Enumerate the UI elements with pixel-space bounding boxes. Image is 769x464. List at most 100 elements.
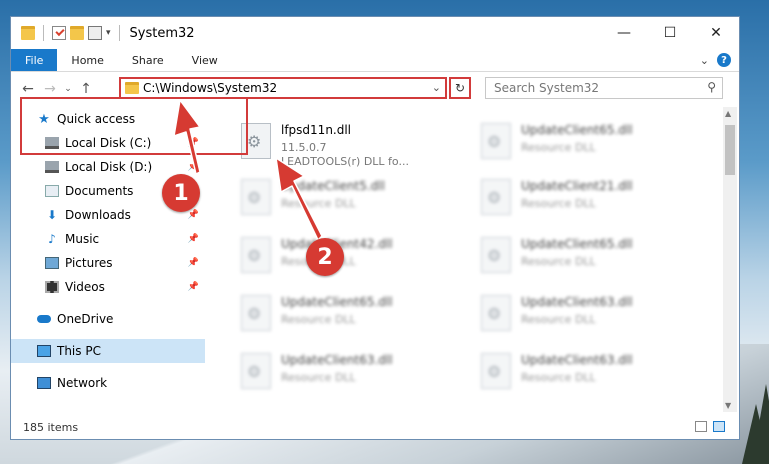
pin-icon[interactable]: 📌 <box>188 210 199 220</box>
sidebar-item-videos[interactable]: Videos 📌 <box>11 275 205 299</box>
step-marker-1: 1 <box>162 174 200 212</box>
this-pc-icon <box>37 345 51 357</box>
scroll-down-icon[interactable]: ▼ <box>725 401 731 410</box>
file-name: UpdateClient63.dll <box>281 353 393 367</box>
file-item[interactable]: UpdateClient65.dll Resource DLL <box>473 229 709 283</box>
sidebar-item-this-pc[interactable]: This PC <box>11 339 205 363</box>
dll-file-icon <box>481 353 511 389</box>
sidebar-item-label: OneDrive <box>57 312 114 326</box>
sidebar-item-label: Documents <box>65 184 134 198</box>
chevron-down-icon[interactable]: ⌄ <box>432 81 441 94</box>
address-bar[interactable]: C:\Windows\System32 ⌄ <box>119 77 447 99</box>
tab-file[interactable]: File <box>11 49 58 71</box>
file-item[interactable]: UpdateClient21.dll Resource DLL <box>473 171 709 225</box>
dll-file-icon <box>241 179 271 215</box>
chevron-down-icon[interactable]: ▾ <box>106 28 111 38</box>
details-view-icon[interactable] <box>695 421 707 432</box>
videos-icon <box>45 281 59 293</box>
file-version: 11.5.0.7 <box>281 141 327 154</box>
customize-toolbar-icon[interactable] <box>88 26 102 40</box>
file-item[interactable]: UpdateClient63.dll Resource DLL <box>473 345 709 399</box>
folder-icon[interactable] <box>21 26 35 40</box>
file-name: lfpsd11n.dll <box>281 123 352 137</box>
tiles-view-icon[interactable] <box>713 421 725 432</box>
file-list: lfpsd11n.dll 11.5.0.7 LEADTOOLS(r) DLL f… <box>217 107 721 412</box>
quick-access-toolbar: ▾ <box>11 25 124 41</box>
divider <box>43 25 44 41</box>
search-icon: ⚲ <box>707 80 716 94</box>
file-name: UpdateClient5.dll <box>281 179 385 193</box>
file-item-lfpsd11n[interactable]: lfpsd11n.dll 11.5.0.7 LEADTOOLS(r) DLL f… <box>233 115 469 169</box>
music-icon: ♪ <box>48 232 56 246</box>
dll-file-icon <box>481 179 511 215</box>
file-item[interactable]: UpdateClient63.dll Resource DLL <box>473 287 709 341</box>
pin-icon[interactable]: 📌 <box>188 162 199 172</box>
file-item[interactable]: UpdateClient65.dll Resource DLL <box>233 287 469 341</box>
dll-file-icon <box>241 353 271 389</box>
file-item[interactable]: UpdateClient42.dll Resource DLL <box>233 229 469 283</box>
explorer-window: ▾ System32 — ☐ ✕ File Home Share View ⌄ … <box>10 16 740 440</box>
minimize-button[interactable]: — <box>601 17 647 49</box>
file-item[interactable]: UpdateClient5.dll Resource DLL <box>233 171 469 225</box>
file-type: Resource DLL <box>521 371 596 384</box>
ribbon-tabs: File Home Share View ⌄ ? <box>11 49 739 72</box>
sidebar-item-pictures[interactable]: Pictures 📌 <box>11 251 205 275</box>
sidebar-item-label: Music <box>65 232 100 246</box>
refresh-button[interactable]: ↻ <box>449 77 471 99</box>
sidebar-item-network[interactable]: Network <box>11 371 205 395</box>
window-title: System32 <box>129 25 195 41</box>
sidebar-item-label: This PC <box>57 344 101 358</box>
close-button[interactable]: ✕ <box>693 17 739 49</box>
recent-locations-icon[interactable]: ⌄ <box>61 84 75 94</box>
sidebar-item-onedrive[interactable]: OneDrive <box>11 307 205 331</box>
onedrive-icon <box>37 315 51 323</box>
dll-file-icon <box>241 295 271 331</box>
title-bar: ▾ System32 — ☐ ✕ <box>11 17 739 49</box>
file-type: Resource DLL <box>521 313 596 326</box>
file-type: Resource DLL <box>521 255 596 268</box>
file-type: Resource DLL <box>281 197 356 210</box>
tab-view[interactable]: View <box>178 49 232 71</box>
desktop-tree <box>752 384 769 464</box>
file-type: Resource DLL <box>281 313 356 326</box>
tab-home[interactable]: Home <box>57 49 117 71</box>
file-name: UpdateClient63.dll <box>521 353 633 367</box>
forward-arrow-icon[interactable]: → <box>39 81 61 97</box>
pin-icon[interactable]: 📌 <box>188 282 199 292</box>
folder-icon <box>125 82 139 94</box>
back-arrow-icon[interactable]: ← <box>17 81 39 97</box>
network-icon <box>37 377 51 389</box>
file-type: Resource DLL <box>281 371 356 384</box>
search-input[interactable]: Search System32 ⚲ <box>485 77 723 99</box>
maximize-button[interactable]: ☐ <box>647 17 693 49</box>
pin-icon[interactable]: 📌 <box>188 258 199 268</box>
file-item[interactable]: UpdateClient65.dll Resource DLL <box>473 115 709 169</box>
file-type: Resource DLL <box>521 141 596 154</box>
status-bar: 185 items <box>11 415 739 439</box>
address-path: C:\Windows\System32 <box>143 81 278 95</box>
new-folder-icon[interactable] <box>70 26 84 40</box>
sidebar-item-label: Pictures <box>65 256 113 270</box>
tab-share[interactable]: Share <box>118 49 178 71</box>
file-type: Resource DLL <box>521 197 596 210</box>
sidebar-item-label: Downloads <box>65 208 131 222</box>
up-arrow-icon[interactable]: ↑ <box>75 81 97 97</box>
dll-file-icon <box>481 123 511 159</box>
item-count: 185 items <box>23 420 79 434</box>
expand-ribbon-icon[interactable]: ⌄ <box>700 54 709 67</box>
scroll-up-icon[interactable]: ▲ <box>725 109 731 118</box>
scrollbar-thumb[interactable] <box>725 125 735 175</box>
properties-check-icon[interactable] <box>52 26 66 40</box>
pin-icon[interactable]: 📌 <box>188 234 199 244</box>
divider <box>118 25 120 41</box>
step-marker-2: 2 <box>306 238 344 276</box>
file-name: UpdateClient65.dll <box>521 237 633 251</box>
file-name: UpdateClient65.dll <box>521 123 633 137</box>
sidebar-item-label: Network <box>57 376 108 390</box>
window-controls: — ☐ ✕ <box>601 17 739 49</box>
vertical-scrollbar[interactable]: ▲ ▼ <box>723 107 737 412</box>
file-item[interactable]: UpdateClient63.dll Resource DLL <box>233 345 469 399</box>
sidebar-item-music[interactable]: ♪ Music 📌 <box>11 227 205 251</box>
pictures-icon <box>45 257 59 269</box>
help-icon[interactable]: ? <box>717 53 731 67</box>
